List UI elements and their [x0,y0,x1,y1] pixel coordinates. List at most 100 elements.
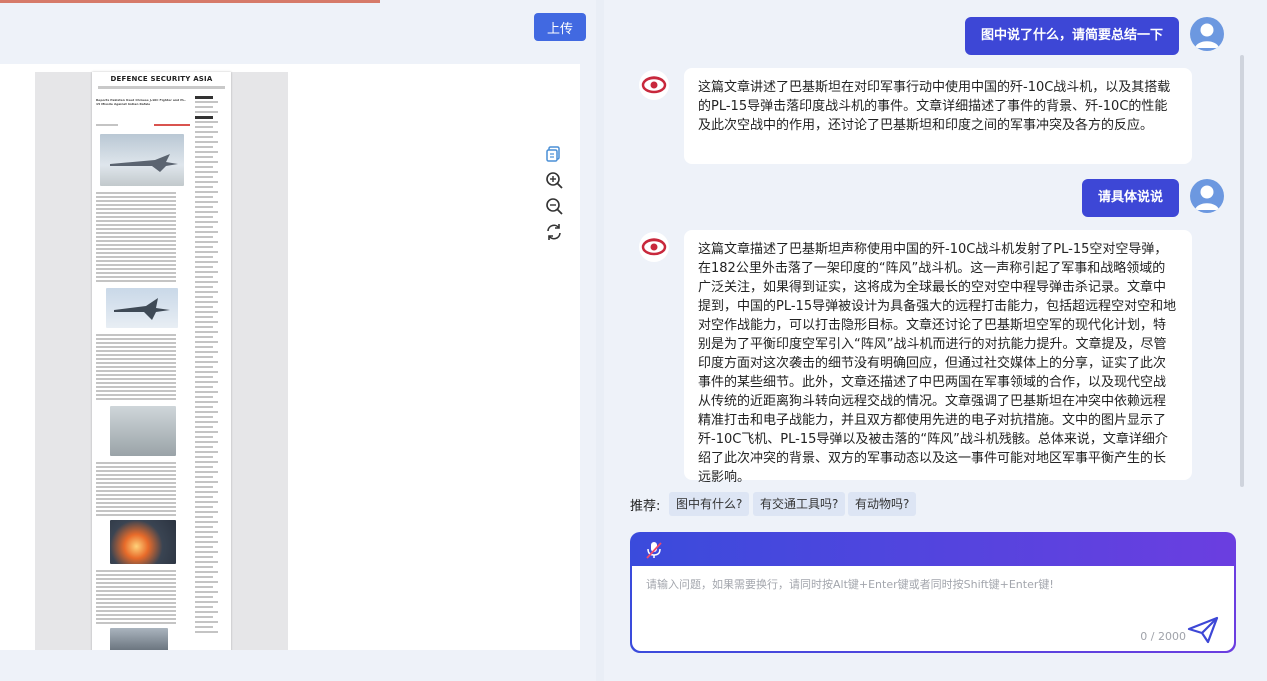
doc-text-line [96,232,176,234]
suggestion-chip[interactable]: 有交通工具吗? [753,492,846,516]
copy-icon[interactable] [544,144,564,164]
doc-sidebar-line [195,516,213,518]
doc-sidebar-line [195,216,213,218]
doc-sidebar-line [195,296,213,298]
chat-input-box: 0 / 2000 [630,532,1236,653]
doc-text-line [96,224,176,226]
doc-text-line [96,212,176,214]
chat-panel: 图中说了什么，请简要总结一下 这篇文章讲述了巴基斯坦在对印军事行动中使用中国的歼… [604,0,1267,681]
user-message: 请具体说说 [1081,179,1179,217]
doc-text-line [96,196,176,198]
doc-sidebar-line [195,376,213,378]
doc-sidebar-line [195,211,218,213]
doc-sidebar-line [195,151,218,153]
doc-sidebar-line [195,341,218,343]
doc-sidebar-line [195,276,213,278]
doc-sidebar-line [195,281,218,283]
user-avatar [1190,179,1224,213]
doc-text-line [96,342,176,344]
doc-sidebar-line [195,406,213,408]
microphone-muted-icon[interactable] [644,540,664,560]
document-viewer[interactable]: DEFENCE SECURITY ASIA Reports Pakistan U… [0,64,580,650]
document-toolbar [544,144,568,248]
doc-text-line [96,386,176,388]
doc-text-line [96,474,176,476]
doc-text-line [96,606,176,608]
doc-text-line [96,236,176,238]
doc-byline [96,124,118,126]
doc-text-line [96,470,176,472]
doc-sidebar-line [195,261,218,263]
chat-scrollbar[interactable] [1240,55,1244,487]
doc-text-line [96,240,176,242]
doc-text-line [96,578,176,580]
assistant-message: 这篇文章讲述了巴基斯坦在对印军事行动中使用中国的歼-10C战斗机，以及其搭载的P… [684,68,1192,164]
doc-sidebar-line [195,101,218,103]
doc-sidebar-line [195,346,213,348]
doc-photo-wreck [110,628,168,650]
doc-sidebar-line [195,396,213,398]
send-icon[interactable] [1186,615,1220,645]
doc-sidebar-line [195,181,218,183]
doc-text-line [96,280,176,282]
question-input[interactable] [644,574,1168,618]
doc-sidebar-line [195,591,218,593]
doc-text-line [96,594,176,596]
doc-sidebar-line [195,371,218,373]
doc-sidebar-line [195,426,213,428]
doc-sidebar-line [195,476,213,478]
doc-sidebar-line [195,221,218,223]
doc-sidebar-line [195,401,218,403]
doc-sidebar-line [195,386,213,388]
zoom-out-icon[interactable] [544,196,564,216]
doc-sidebar-line [195,456,213,458]
doc-sidebar-line [195,551,218,553]
doc-sidebar-line [195,391,218,393]
zoom-in-icon[interactable] [544,170,564,190]
doc-text-line [96,478,176,480]
doc-sidebar-line [195,256,213,258]
doc-text-line [96,272,176,274]
doc-sidebar-line [195,411,218,413]
doc-text-line [96,466,176,468]
doc-sidebar-line [195,536,213,538]
doc-sidebar-line [195,176,213,178]
doc-text-line [96,398,176,400]
input-area: 0 / 2000 [632,566,1234,651]
doc-sidebar-line [195,486,213,488]
doc-sidebar-line [195,446,213,448]
doc-headline: Reports Pakistan Used Chinese J-10C Figh… [96,98,186,106]
doc-masthead: DEFENCE SECURITY ASIA [110,75,213,83]
doc-text-line [96,350,176,352]
doc-text-line [96,514,176,516]
doc-nav [98,86,225,89]
doc-sidebar-line [195,196,213,198]
doc-sidebar-line [195,291,218,293]
doc-text-line [96,462,176,464]
doc-text-line [96,354,176,356]
doc-sidebar-line [195,286,213,288]
doc-sidebar-line [195,241,218,243]
doc-text-line [96,570,176,572]
doc-text-line [96,268,176,270]
upload-button[interactable]: 上传 [534,13,586,41]
doc-text-line [96,490,176,492]
suggestion-chip[interactable]: 图中有什么? [669,492,750,516]
doc-text-line [96,338,176,340]
doc-sidebar-line [195,581,218,583]
refresh-icon[interactable] [544,222,564,242]
doc-text-line [96,244,176,246]
doc-sidebar-line [195,471,218,473]
doc-text-line [96,228,176,230]
doc-sidebar-line [195,546,213,548]
doc-sidebar-line [195,631,218,633]
doc-text-line [96,586,176,588]
doc-sidebar-line [195,521,218,523]
doc-sidebar-line [195,576,213,578]
doc-text-line [96,220,176,222]
panel-divider[interactable] [596,0,604,681]
doc-sidebar-line [195,336,213,338]
doc-sidebar-line [195,491,218,493]
doc-sidebar-line [195,331,218,333]
suggestion-chip[interactable]: 有动物吗? [848,492,917,516]
